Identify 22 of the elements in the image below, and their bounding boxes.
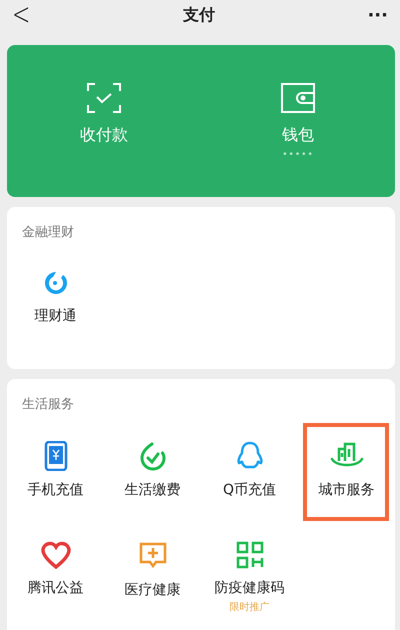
page-title: 支付 [182,4,215,26]
grid-icon [236,541,264,569]
more-button[interactable]: ··· [367,4,388,26]
service-item-label[interactable]: 防疫健康码 [214,579,284,597]
scan-icon [87,83,121,113]
service-item-label[interactable]: 生活缴费 [124,481,180,499]
service-item-label[interactable]: 腾讯公益 [28,579,84,597]
section-title: 金融理财 [22,224,74,241]
service-item-label[interactable]: 手机充值 [28,481,84,499]
check-circle-icon [138,441,168,471]
back-button[interactable]: < [12,0,30,32]
service-item-label[interactable]: Q币充值 [222,481,276,499]
masked-balance: ••••• [282,150,314,160]
service-item-label[interactable]: 城市服务 [318,481,374,499]
heart-icon [40,541,70,569]
wallet-icon [281,83,315,113]
section-title: 生活服务 [22,396,74,413]
service-item-label[interactable]: 理财通 [34,307,76,325]
service-item-label[interactable]: 医疗健康 [124,581,180,599]
promo-tag: 限时推广 [230,600,270,614]
penguin-icon [236,441,264,471]
phone-icon [44,441,68,471]
